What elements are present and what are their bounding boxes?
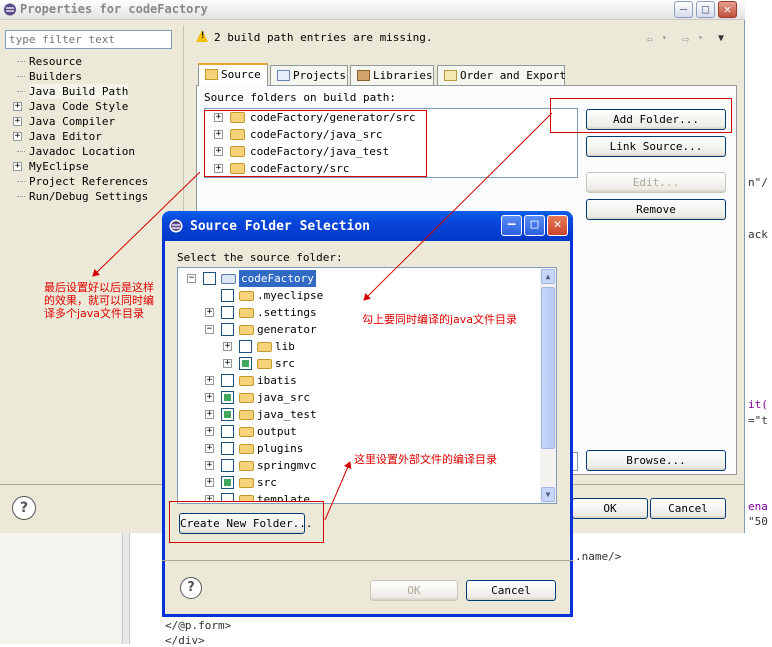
annotation-note-external: 这里设置外部文件的编译目录 xyxy=(354,453,497,466)
arrow-to-note-left xyxy=(92,171,201,277)
annotation-note-check: 勾上要同时编译的java文件目录 xyxy=(362,313,518,326)
arrow-to-note-check xyxy=(363,112,553,301)
arrow-to-note-external xyxy=(324,461,352,521)
annotation-note-left: 最后设置好以后是这样的效果，就可以同时编译多个java文件目录 xyxy=(44,281,154,320)
